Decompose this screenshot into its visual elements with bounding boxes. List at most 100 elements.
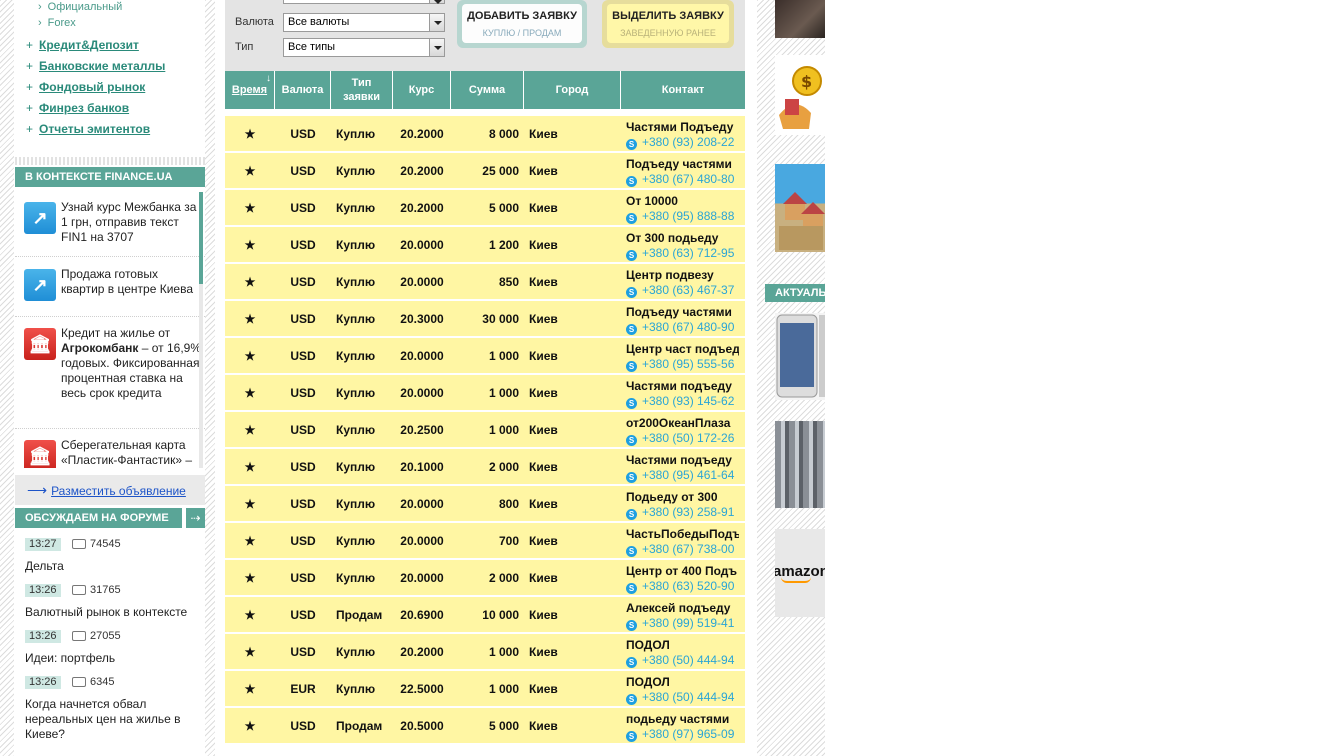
table-row[interactable]: ★ USD Куплю 20.0000 700 Киев ЧастьПобедыПодъ S +… — [225, 523, 745, 559]
submenu-forex[interactable]: Forex — [38, 17, 76, 29]
forum-topic-link[interactable]: Идеи: портфель — [25, 651, 200, 666]
menu-issuer-reports[interactable]: + Отчеты эмитентов — [26, 122, 150, 136]
contact-name: От 10000 — [626, 194, 678, 208]
contact-phone[interactable]: S +380 (93) 208-22 — [626, 135, 734, 150]
contact-phone[interactable]: S +380 (95) 555-56 — [626, 357, 734, 372]
star-icon: ★ — [244, 645, 256, 659]
city-cell: Киев — [529, 164, 558, 178]
table-row[interactable]: ★ USD Куплю 20.0000 1 000 Киев Частями подъеду… — [225, 375, 745, 411]
contact-phone[interactable]: S +380 (63) 467-37 — [626, 283, 734, 298]
rate-cell: 20.2000 — [400, 164, 444, 178]
contact-phone[interactable]: S +380 (95) 461-64 — [626, 468, 734, 483]
thumbnail-image[interactable]: amazon — [775, 529, 825, 617]
col-time-sort[interactable]: Время ↓ — [225, 71, 275, 109]
table-row[interactable]: ★ EUR Куплю 22.5000 1 000 Киев ПОДОЛ S +380 (50)… — [225, 671, 745, 707]
phone-number: +380 (93) 258-91 — [642, 505, 735, 519]
contact-phone[interactable]: S +380 (99) 519-41 — [626, 616, 734, 631]
table-row[interactable]: ★ USD Куплю 20.2000 5 000 Киев От 10000 S +380 (… — [225, 190, 745, 226]
comment-icon — [72, 677, 86, 688]
table-row[interactable]: ★ USD Куплю 20.2000 25 000 Киев Подъеду частям… — [225, 153, 745, 189]
submenu-official[interactable]: Официальный — [38, 1, 123, 13]
menu-bank-metals[interactable]: + Банковские металлы — [26, 59, 165, 73]
skype-icon: S — [626, 287, 637, 298]
context-ad-text: Продажа готовых квартир в центре Киева — [61, 267, 193, 296]
forum-comment-count: 31765 — [72, 584, 121, 596]
sum-cell: 5 000 — [488, 719, 519, 733]
city-cell: Киев — [529, 238, 558, 252]
amazon-smile-icon — [781, 577, 811, 583]
table-row[interactable]: ★ USD Куплю 20.3000 30 000 Киев Подъеду частям… — [225, 301, 745, 337]
table-row[interactable]: ★ USD Продам 20.5000 5 000 Киев подьеду частям… — [225, 708, 745, 744]
forum-topic-link[interactable]: Дельта — [25, 559, 200, 574]
table-row[interactable]: ★ USD Куплю 20.0000 1 200 Киев От 300 подьеду S… — [225, 227, 745, 263]
contact-phone[interactable]: S +380 (67) 738-00 — [626, 542, 734, 557]
contact-phone[interactable]: S +380 (67) 480-80 — [626, 172, 734, 187]
star-icon: ★ — [244, 497, 256, 511]
skype-icon: S — [626, 546, 637, 557]
bank-icon: 🏛 — [24, 440, 56, 468]
highlight-request-button[interactable]: ВЫДЕЛИТЬ ЗАЯВКУ ЗАВЕДЕННУЮ РАНЕЕ — [602, 0, 734, 48]
sum-cell: 8 000 — [488, 127, 519, 141]
forum-section-title[interactable]: ОБСУЖДАЕМ НА ФОРУМЕ — [15, 508, 182, 528]
currency-select[interactable]: Все валюты — [283, 13, 445, 32]
post-ad-link[interactable]: ⟶ Разместить объявление — [15, 475, 205, 505]
table-row[interactable]: ★ USD Куплю 20.2000 8 000 Киев Частями Подъеду… — [225, 116, 745, 152]
contact-cell: Частями Подъеду S +380 (93) 208-22 — [626, 116, 739, 152]
left-hatch-divider — [205, 0, 215, 756]
top-select-partial[interactable] — [283, 0, 445, 4]
menu-credit-deposit[interactable]: + Кредит&Депозит — [26, 38, 139, 52]
table-row[interactable]: ★ USD Куплю 20.2500 1 000 Киев от200ОкеанПлаза… — [225, 412, 745, 448]
skype-icon: S — [626, 694, 637, 705]
thumbnail-image[interactable] — [775, 164, 825, 252]
table-row[interactable]: ★ USD Куплю 20.0000 850 Киев Центр подвезу S +38… — [225, 264, 745, 300]
table-row[interactable]: ★ USD Куплю 20.0000 1 000 Киев Центр част подъ… — [225, 338, 745, 374]
thumbnail-image[interactable]: $ — [775, 55, 825, 135]
city-cell: Киев — [529, 645, 558, 659]
external-link-icon: ↗ — [24, 202, 56, 234]
contact-cell: От 10000 S +380 (95) 888-88 — [626, 190, 739, 226]
table-row[interactable]: ★ USD Куплю 20.0000 2 000 Киев Центр от 400 По… — [225, 560, 745, 596]
contact-phone[interactable]: S +380 (63) 520-90 — [626, 579, 734, 594]
contact-phone[interactable]: S +380 (50) 172-26 — [626, 431, 734, 446]
contact-cell: ПОДОЛ S +380 (50) 444-94 — [626, 634, 739, 670]
phone-number: +380 (97) 965-09 — [642, 727, 735, 741]
contact-phone[interactable]: S +380 (50) 444-94 — [626, 653, 734, 668]
type-select[interactable]: Все типы — [283, 38, 445, 57]
table-row[interactable]: ★ USD Куплю 20.1000 2 000 Киев Частями подъеду… — [225, 449, 745, 485]
contact-phone[interactable]: S +380 (97) 965-09 — [626, 727, 734, 742]
contact-phone[interactable]: S +380 (93) 145-62 — [626, 394, 734, 409]
contact-phone[interactable]: S +380 (50) 444-94 — [626, 690, 734, 705]
contact-phone[interactable]: S +380 (67) 480-90 — [626, 320, 734, 335]
contact-name: Частями Подъеду — [626, 120, 734, 134]
phone-number: +380 (95) 888-88 — [642, 209, 735, 223]
menu-stock-market[interactable]: + Фондовый рынок — [26, 80, 145, 94]
skype-icon: S — [626, 176, 637, 187]
add-request-button[interactable]: ДОБАВИТЬ ЗАЯВКУ КУПЛЮ / ПРОДАМ — [457, 0, 587, 48]
request-type-cell: Куплю — [336, 423, 376, 437]
contact-cell: Частями подъеду S +380 (95) 461-64 — [626, 449, 739, 485]
thumbnail-image[interactable] — [775, 421, 825, 508]
city-cell: Киев — [529, 497, 558, 511]
contact-name: От 300 подьеду — [626, 231, 719, 245]
menu-bank-finres[interactable]: + Финрез банков — [26, 101, 129, 115]
contact-phone[interactable]: S +380 (95) 888-88 — [626, 209, 734, 224]
forum-comment-count: 27055 — [72, 630, 121, 642]
table-row[interactable]: ★ USD Продам 20.6900 10 000 Киев Алексей подъе… — [225, 597, 745, 633]
forum-time: 13:27 — [25, 538, 61, 551]
context-scrollbar-thumb[interactable] — [199, 192, 203, 284]
forum-topic-link[interactable]: Когда начнется обвал нереальных цен на ж… — [25, 697, 200, 742]
forum-topic-link[interactable]: Валютный рынок в контексте — [25, 605, 200, 620]
post-ad-label: Разместить объявление — [51, 484, 186, 498]
contact-name: Центр от 400 Подъ — [626, 564, 737, 578]
thumbnail-image[interactable] — [775, 0, 825, 38]
phone-number: +380 (67) 480-80 — [642, 172, 735, 186]
request-type-cell: Куплю — [336, 386, 376, 400]
star-icon: ★ — [244, 682, 256, 696]
forum-arrow-icon[interactable]: ⇢ — [184, 508, 205, 528]
col-rate: Курс — [393, 71, 451, 109]
contact-phone[interactable]: S +380 (93) 258-91 — [626, 505, 734, 520]
contact-phone[interactable]: S +380 (63) 712-95 — [626, 246, 734, 261]
table-row[interactable]: ★ USD Куплю 20.0000 800 Киев Подьеду от 300 S +3… — [225, 486, 745, 522]
table-row[interactable]: ★ USD Куплю 20.2000 1 000 Киев ПОДОЛ S +380 (50)… — [225, 634, 745, 670]
thumbnail-image[interactable] — [775, 313, 825, 400]
